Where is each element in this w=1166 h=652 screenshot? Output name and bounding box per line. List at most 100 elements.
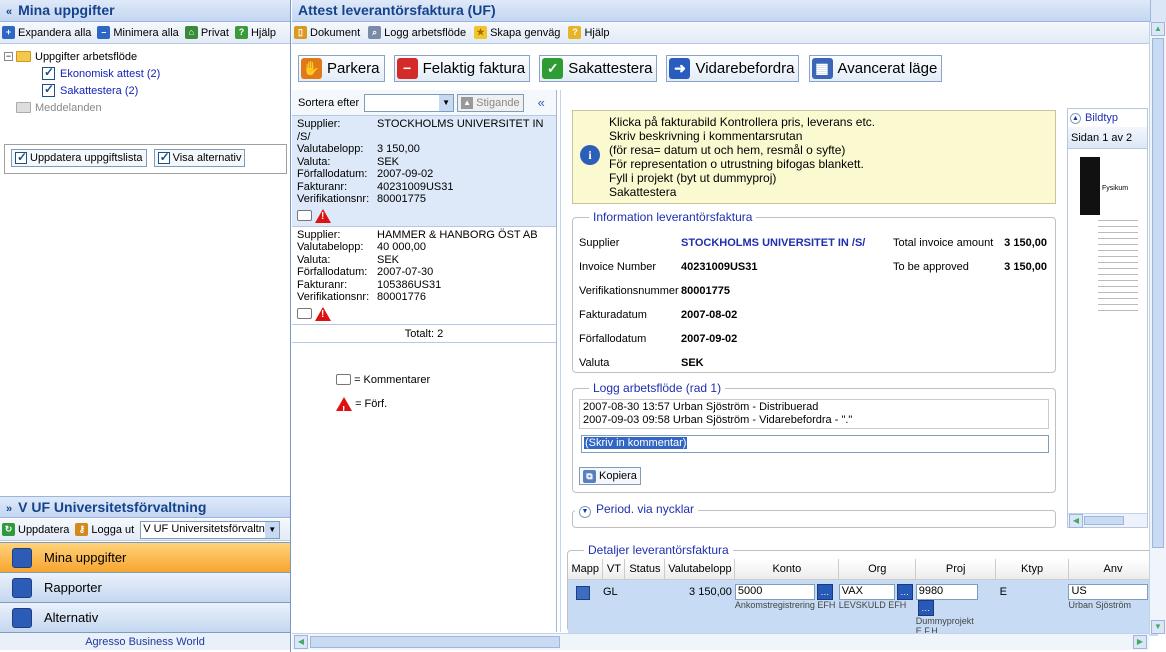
org-input[interactable]: VAX — [838, 583, 895, 600]
advanced-mode-button[interactable]: ▦ Avancerat läge — [808, 55, 943, 82]
scanned-text — [1098, 215, 1138, 315]
value: 3 150,00 — [1004, 237, 1047, 249]
sort-direction-button[interactable]: ▲ Stigande — [457, 93, 524, 112]
expand-icon[interactable]: ▼ — [579, 506, 591, 518]
invoice-image[interactable]: Fysikum — [1068, 149, 1147, 509]
nav-reports[interactable]: Rapporter — [0, 572, 290, 602]
period-section[interactable]: ▼ Period. via nycklar — [572, 502, 1056, 528]
minimize-all-button[interactable]: – Minimera alla — [97, 26, 179, 39]
park-button[interactable]: ✋ Parkera — [298, 55, 385, 82]
list-item[interactable]: Supplier: STOCKHOLMS UNIVERSITET IN /S/Va… — [292, 116, 556, 227]
scroll-down-icon[interactable]: ▼ — [1151, 620, 1165, 634]
approve-button[interactable]: ✓ Sakattestera — [539, 55, 658, 82]
invoice-field: Supplier: STOCKHOLMS UNIVERSITET IN /S/ — [297, 118, 551, 143]
image-legend[interactable]: ▲ Bildtyp — [1068, 109, 1147, 127]
scroll-top[interactable] — [1150, 0, 1166, 22]
column-header[interactable]: Anv — [1068, 559, 1159, 580]
section-legend[interactable]: ▼ Period. via nycklar — [575, 502, 699, 518]
tasks-header[interactable]: «Mina uppgifter — [0, 0, 290, 22]
column-header[interactable]: Org — [838, 559, 917, 580]
forward-button[interactable]: ➜ Vidarebefordra — [666, 55, 800, 82]
incorrect-invoice-button[interactable]: − Felaktig faktura — [393, 55, 531, 82]
horizontal-scrollbar[interactable]: ◀ ▶ — [292, 633, 1149, 650]
lookup-icon[interactable]: … — [917, 599, 934, 616]
sort-bar: Sortera efter ▼ ▲ Stigande « — [292, 90, 556, 116]
collapse-icon[interactable]: ▲ — [1070, 112, 1081, 124]
help-button[interactable]: ? Hjälp — [234, 26, 276, 39]
column-header[interactable]: Mapp — [568, 559, 604, 580]
show-alternatives-button[interactable]: Visa alternativ — [153, 149, 246, 167]
vertical-scrollbar[interactable]: ▲ ▼ — [1149, 22, 1166, 634]
org-header[interactable]: » V UF Universitetsförvaltning — [0, 496, 290, 518]
tree-root[interactable]: − Uppgifter arbetsflöde — [4, 48, 286, 65]
invoice-field: Valutabelopp: 3 150,00 — [297, 143, 551, 156]
scroll-right-icon[interactable]: ▶ — [1133, 635, 1147, 649]
update-button[interactable]: ↻ Uppdatera — [2, 523, 69, 536]
check-icon: ✓ — [542, 58, 564, 79]
lookup-icon[interactable]: … — [816, 583, 833, 600]
checkbox-icon[interactable] — [42, 82, 55, 97]
check-icon — [157, 150, 170, 164]
totals-labels: Total invoice amount To be approved — [893, 231, 993, 279]
comment-icon[interactable] — [297, 210, 312, 221]
log-button[interactable]: ⌕ Logg arbetsflöde — [368, 26, 466, 39]
proj-input[interactable]: 9980 — [915, 583, 978, 600]
column-header[interactable]: VT — [602, 559, 626, 580]
field-label: Förfallodatum: — [297, 266, 368, 278]
document-button[interactable]: ▯ Dokument — [294, 26, 360, 39]
lookup-icon[interactable]: … — [896, 583, 913, 600]
scroll-thumb[interactable] — [1152, 38, 1164, 548]
attachment-icon[interactable] — [576, 585, 590, 600]
expand-all-button[interactable]: + Expandera alla — [2, 26, 91, 39]
tree-item-sakattestera[interactable]: Sakattestera (2) — [4, 82, 286, 99]
field-label: Fakturanr: — [297, 278, 348, 291]
scroll-left-icon[interactable]: ◀ — [294, 635, 308, 649]
collapse-list-icon[interactable]: « — [538, 95, 545, 110]
invoice-field: Förfallodatum: 2007-09-02 — [297, 168, 551, 181]
field-label: Valuta: — [297, 155, 331, 168]
section-legend: Detaljer leverantörsfaktura — [584, 543, 733, 557]
scroll-up-icon[interactable]: ▲ — [1151, 22, 1165, 36]
collapse-icon[interactable]: « — [6, 6, 12, 18]
column-header[interactable]: Valutabelopp — [664, 559, 736, 580]
refresh-list-button[interactable]: Uppdatera uppgiftslista — [11, 149, 147, 167]
shortcut-button[interactable]: ★ Skapa genväg — [474, 26, 560, 39]
image-hscroll[interactable]: ◀ — [1068, 513, 1147, 528]
nav-alternatives[interactable]: Alternativ — [0, 602, 290, 632]
field-label: Valutabelopp: — [297, 241, 364, 253]
tree-messages[interactable]: Meddelanden — [4, 99, 286, 116]
tree-item-ekonomisk[interactable]: Ekonomisk attest (2) — [4, 65, 286, 82]
grid-icon: ▦ — [811, 58, 833, 79]
cell-konto: 5000… Ankomstregistrering EFH — [734, 579, 839, 636]
scroll-thumb[interactable] — [1084, 516, 1124, 525]
log-entry: 2007-08-30 13:57 Urban Sjöström - Distri… — [583, 401, 819, 413]
sort-select[interactable]: ▼ — [364, 93, 455, 112]
table-row[interactable]: GL 3 150,00 5000… Ankomstregistrering EFH… — [568, 579, 1158, 636]
anv-input[interactable]: US — [1068, 583, 1149, 600]
collapse-node-icon[interactable]: − — [4, 52, 13, 61]
dropdown-arrow-icon[interactable]: ▼ — [265, 521, 280, 538]
scroll-thumb[interactable] — [310, 636, 560, 648]
org-select[interactable]: V UF Universitetsförvaltn ▼ — [140, 520, 281, 539]
alternatives-icon — [12, 607, 32, 628]
help-button[interactable]: ? Hjälp — [568, 26, 610, 39]
checkbox-icon[interactable] — [42, 65, 55, 80]
konto-input[interactable]: 5000 — [734, 583, 815, 600]
scroll-left-icon[interactable]: ◀ — [1069, 514, 1083, 528]
up-arrow-icon: ▲ — [461, 96, 474, 109]
column-header[interactable]: Ktyp — [995, 559, 1069, 580]
column-header[interactable]: Konto — [734, 559, 840, 580]
column-header[interactable]: Proj — [915, 559, 997, 580]
copy-button[interactable]: ⧉ Kopiera — [579, 467, 641, 485]
dropdown-arrow-icon[interactable]: ▼ — [439, 94, 454, 111]
list-item[interactable]: Supplier: HAMMER & HANBORG ÖST AB Valutabe… — [292, 227, 556, 325]
private-button[interactable]: ⌂ Privat — [184, 26, 229, 39]
column-header[interactable]: Status — [624, 559, 666, 580]
nav-my-tasks[interactable]: Mina uppgifter — [0, 542, 290, 572]
logout-button[interactable]: ⚷ Logga ut — [75, 523, 134, 536]
comment-input[interactable]: (Skriv in kommentar) — [581, 435, 1049, 453]
comment-icon[interactable] — [297, 308, 312, 319]
main-header: Attest leverantörsfaktura (UF) — [292, 0, 1166, 22]
supplier-link[interactable]: STOCKHOLMS UNIVERSITET IN /S/ — [681, 231, 865, 255]
expand-icon[interactable]: » — [6, 503, 12, 515]
